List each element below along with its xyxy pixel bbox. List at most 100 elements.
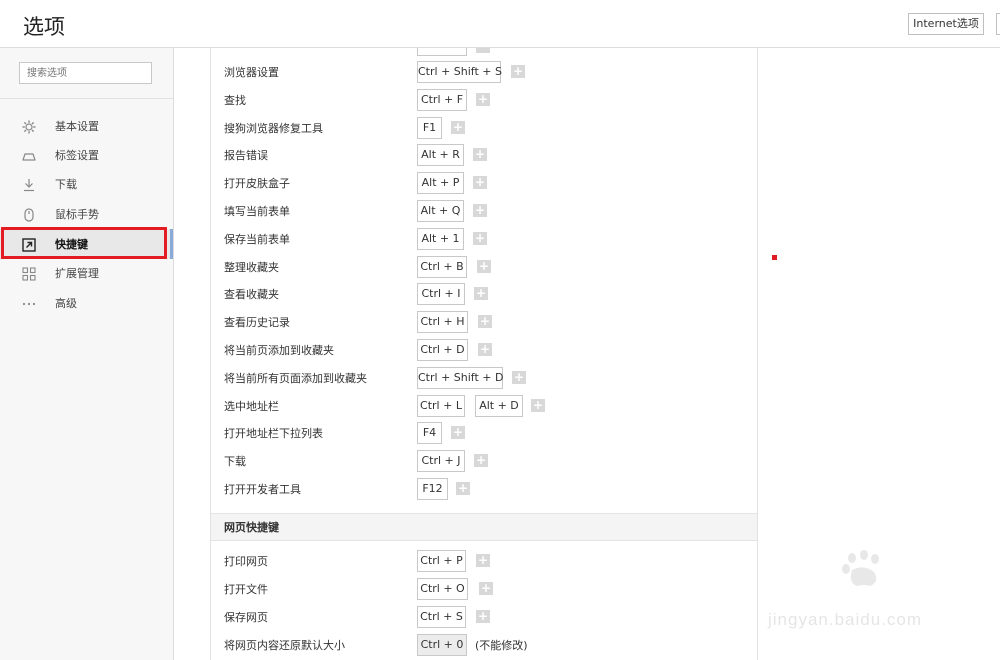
shortcut-name: 查看历史记录 bbox=[224, 316, 290, 329]
shortcut-row: 保存网页 Ctrl + S + bbox=[211, 604, 757, 632]
add-key-button[interactable]: + bbox=[476, 93, 490, 106]
active-indicator bbox=[170, 229, 173, 259]
add-key-button[interactable]: + bbox=[474, 287, 488, 300]
add-key-button[interactable]: + bbox=[473, 232, 487, 245]
add-key-button[interactable]: + bbox=[456, 482, 470, 495]
sidebar-item-label: 基本设置 bbox=[55, 120, 99, 133]
sidebar: 基本设置 标签设置 下载 鼠标手势 快捷键 扩展管理 高级 bbox=[0, 48, 174, 660]
key-field[interactable]: Ctrl + J bbox=[417, 450, 465, 472]
sidebar-item-advanced[interactable]: 高级 bbox=[0, 288, 173, 318]
sidebar-item-extensions[interactable]: 扩展管理 bbox=[0, 258, 173, 288]
add-key-button[interactable]: + bbox=[473, 176, 487, 189]
shortcut-name: 保存网页 bbox=[224, 611, 268, 624]
sidebar-item-label: 鼠标手势 bbox=[55, 208, 99, 221]
add-key-button[interactable]: + bbox=[451, 426, 465, 439]
shortcut-name: 打开地址栏下拉列表 bbox=[224, 427, 323, 440]
key-field[interactable]: Alt + R bbox=[417, 144, 464, 166]
shortcut-name: 打开开发者工具 bbox=[224, 483, 301, 496]
key-field[interactable]: Alt + D bbox=[475, 395, 523, 417]
add-key-button[interactable]: + bbox=[479, 582, 493, 595]
key-field[interactable]: Ctrl + F bbox=[417, 89, 467, 111]
key-field[interactable]: Ctrl + B bbox=[417, 256, 467, 278]
add-key-button[interactable]: + bbox=[477, 260, 491, 273]
add-key-button[interactable]: + bbox=[531, 399, 545, 412]
key-field[interactable]: Ctrl + D bbox=[417, 339, 468, 361]
key-field[interactable]: Ctrl + S bbox=[417, 606, 466, 628]
sidebar-item-download[interactable]: 下载 bbox=[0, 169, 173, 199]
watermark: jingyan.baidu.com bbox=[760, 548, 990, 648]
add-key-button[interactable] bbox=[476, 48, 490, 53]
add-key-button[interactable]: + bbox=[451, 121, 465, 134]
key-field[interactable]: Ctrl + L bbox=[417, 395, 465, 417]
sidebar-item-label: 高级 bbox=[55, 297, 77, 310]
key-field[interactable]: Ctrl + P bbox=[417, 550, 466, 572]
red-marker bbox=[772, 255, 777, 260]
shortcut-row: 打开地址栏下拉列表 F4 + bbox=[211, 420, 757, 448]
sidebar-item-basic[interactable]: 基本设置 bbox=[0, 111, 173, 141]
shortcut-name: 查找 bbox=[224, 94, 246, 107]
shortcut-name: 浏览器设置 bbox=[224, 66, 279, 79]
shortcut-row: 填写当前表单 Alt + Q + bbox=[211, 198, 757, 226]
add-key-button[interactable]: + bbox=[478, 315, 492, 328]
shortcut-row: 查看历史记录 Ctrl + H + bbox=[211, 309, 757, 337]
key-field-disabled: Ctrl + 0 bbox=[417, 634, 467, 656]
download-icon bbox=[22, 177, 36, 192]
key-field[interactable] bbox=[417, 48, 467, 56]
shortcut-name: 下载 bbox=[224, 455, 246, 468]
key-field[interactable]: Ctrl + O bbox=[417, 578, 468, 600]
add-key-button[interactable]: + bbox=[476, 610, 490, 623]
key-field[interactable]: F1 bbox=[417, 117, 442, 139]
shortcut-name: 将当前页添加到收藏夹 bbox=[224, 344, 334, 357]
add-key-button[interactable]: + bbox=[473, 204, 487, 217]
watermark-url: jingyan.baidu.com bbox=[768, 610, 923, 629]
shortcut-row: 将网页内容还原默认大小 Ctrl + 0 (不能修改) bbox=[211, 632, 757, 660]
key-field[interactable]: F12 bbox=[417, 478, 448, 500]
key-field[interactable]: Ctrl + Shift + D bbox=[417, 367, 503, 389]
sidebar-item-tabs[interactable]: 标签设置 bbox=[0, 140, 173, 170]
add-key-button[interactable]: + bbox=[512, 371, 526, 384]
add-key-button[interactable]: + bbox=[476, 554, 490, 567]
add-key-button[interactable]: + bbox=[474, 454, 488, 467]
shortcut-name: 选中地址栏 bbox=[224, 400, 279, 413]
sidebar-item-label: 标签设置 bbox=[55, 149, 99, 162]
search-input[interactable] bbox=[19, 62, 152, 84]
key-field[interactable]: Ctrl + I bbox=[417, 283, 465, 305]
section-header: 网页快捷键 bbox=[211, 513, 757, 541]
key-field[interactable]: Ctrl + H bbox=[417, 311, 468, 333]
more-icon bbox=[22, 296, 36, 310]
shortcut-row: 查看收藏夹 Ctrl + I + bbox=[211, 281, 757, 309]
shortcut-row: 打开开发者工具 F12 + bbox=[211, 476, 757, 504]
shortcut-row: 保存当前表单 Alt + 1 + bbox=[211, 226, 757, 254]
add-key-button[interactable]: + bbox=[473, 148, 487, 161]
key-field[interactable]: Alt + 1 bbox=[417, 228, 464, 250]
not-editable-note: (不能修改) bbox=[475, 639, 528, 652]
key-field[interactable]: Alt + P bbox=[417, 172, 464, 194]
internet-options-button[interactable]: Internet选项 bbox=[908, 13, 984, 35]
shortcut-row: 打开文件 Ctrl + O + bbox=[211, 576, 757, 604]
shortcut-row: 将当前所有页面添加到收藏夹 Ctrl + Shift + D + bbox=[211, 365, 757, 393]
key-field[interactable]: Alt + Q bbox=[417, 200, 464, 222]
sidebar-item-label: 扩展管理 bbox=[55, 267, 99, 280]
shortcut-name: 报告错误 bbox=[224, 149, 268, 162]
key-field[interactable]: F4 bbox=[417, 422, 442, 444]
shortcut-name: 打印网页 bbox=[224, 555, 268, 568]
shortcut-name: 将当前所有页面添加到收藏夹 bbox=[224, 372, 367, 385]
header-extra-button[interactable] bbox=[996, 13, 1000, 35]
shortcut-name: 打开文件 bbox=[224, 583, 268, 596]
add-key-button[interactable]: + bbox=[478, 343, 492, 356]
shortcut-name: 打开皮肤盒子 bbox=[224, 177, 290, 190]
shortcut-row: 整理收藏夹 Ctrl + B + bbox=[211, 254, 757, 282]
shortcut-row: 报告错误 Alt + R + bbox=[211, 142, 757, 170]
shortcut-name: 保存当前表单 bbox=[224, 233, 290, 246]
key-field[interactable]: Ctrl + Shift + S bbox=[417, 61, 502, 83]
sidebar-item-mouse-gesture[interactable]: 鼠标手势 bbox=[0, 199, 173, 229]
sidebar-divider bbox=[0, 98, 173, 99]
shortcut-row: 下载 Ctrl + J + bbox=[211, 448, 757, 476]
add-key-button[interactable]: + bbox=[511, 65, 525, 78]
tab-icon bbox=[22, 148, 36, 162]
extensions-icon bbox=[22, 266, 36, 281]
sidebar-item-label: 下载 bbox=[55, 178, 77, 191]
shortcut-row: 浏览器设置 Ctrl + Shift + S + bbox=[211, 59, 757, 87]
shortcut-row: 搜狗浏览器修复工具 F1 + bbox=[211, 115, 757, 143]
shortcuts-panel: 浏览器设置 Ctrl + Shift + S + 查找 Ctrl + F + 搜… bbox=[210, 48, 758, 660]
